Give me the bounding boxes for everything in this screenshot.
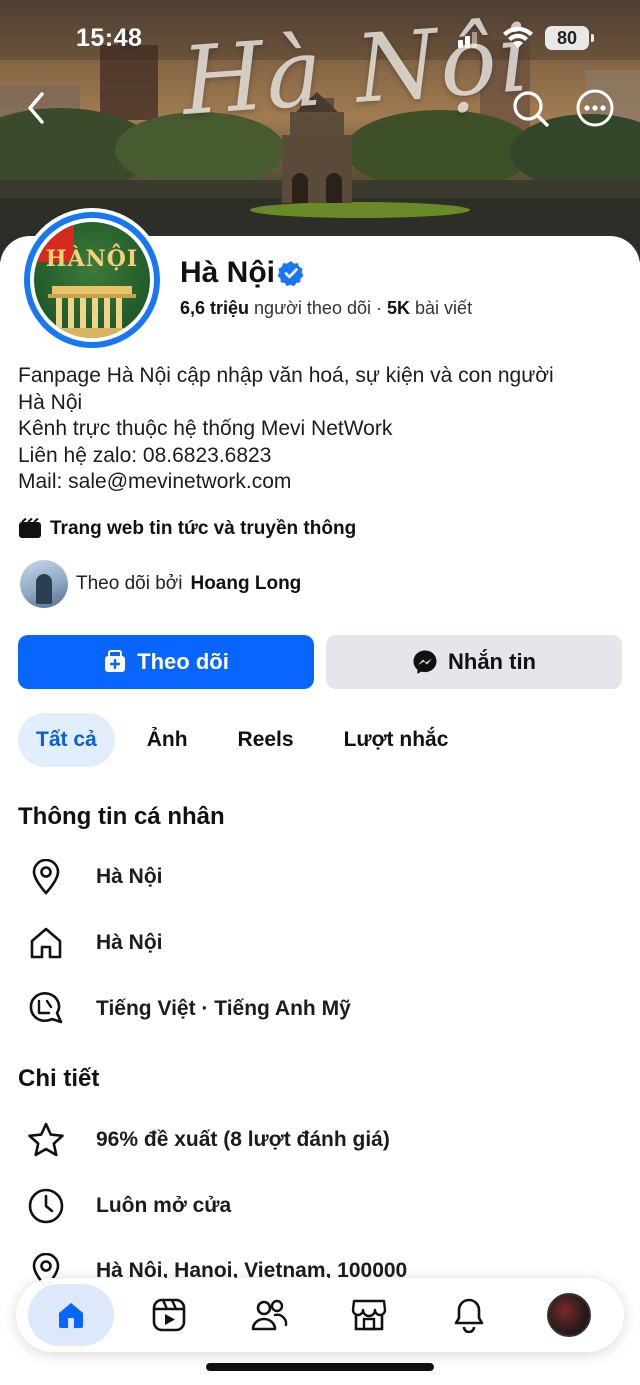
nav-friends[interactable] (240, 1286, 298, 1344)
bell-icon (454, 1298, 484, 1333)
nav-marketplace[interactable] (340, 1286, 398, 1344)
search-icon[interactable] (510, 88, 550, 128)
back-icon[interactable] (18, 88, 58, 128)
messenger-icon (413, 650, 437, 674)
tab-mentions[interactable]: Lượt nhắc (326, 713, 467, 767)
tab-all[interactable]: Tất cả (18, 713, 115, 767)
profile-avatar[interactable]: HÀNỘI (20, 208, 164, 352)
info-languages-text: Tiếng Việt · Tiếng Anh Mỹ (96, 997, 351, 1020)
wifi-icon (503, 26, 533, 48)
nav-notifications[interactable] (440, 1286, 498, 1344)
page-bio: Fanpage Hà Nội cập nhập văn hoá, sự kiện… (18, 363, 618, 496)
profile-avatar (547, 1293, 591, 1337)
detail-hours-text: Luôn mở cửa (96, 1194, 232, 1217)
avatar-text: HÀNỘI (45, 246, 139, 272)
mausoleum-icon (48, 286, 136, 338)
status-time: 15:48 (76, 24, 143, 52)
more-options-icon[interactable] (575, 88, 615, 128)
posts-label: bài viết (415, 298, 473, 318)
page-name: Hà Nội (180, 256, 276, 289)
message-label: Nhắn tin (448, 649, 536, 674)
detail-row-rating[interactable]: 96% đề xuất (8 lượt đánh giá) (26, 1120, 390, 1160)
location-pin-icon (32, 859, 60, 895)
friends-icon (251, 1299, 288, 1331)
posts-count: 5K (387, 298, 411, 318)
follow-button[interactable]: Theo dõi (18, 635, 314, 689)
nav-profile[interactable] (540, 1286, 598, 1344)
bio-line: Kênh trực thuộc hệ thống Mevi NetWork (18, 417, 393, 440)
followers-label: người theo dõi (254, 298, 371, 318)
signal-icon (458, 28, 480, 48)
star-icon (28, 1122, 64, 1157)
info-row-languages[interactable]: Tiếng Việt · Tiếng Anh Mỹ (26, 989, 351, 1029)
bio-line: Fanpage Hà Nội cập nhập văn hoá, sự kiện… (18, 364, 554, 387)
followed-by-name[interactable]: Hoang Long (190, 573, 301, 595)
profile-tabs: Tất cả Ảnh Reels Lượt nhắc (18, 713, 480, 767)
bottom-nav (16, 1278, 624, 1352)
follow-icon (105, 650, 126, 672)
friend-avatar[interactable] (20, 560, 68, 608)
tab-reels[interactable]: Reels (220, 713, 312, 767)
marketplace-icon (351, 1299, 387, 1331)
personal-info-title: Thông tin cá nhân (18, 803, 225, 830)
verified-badge-icon (278, 261, 304, 286)
cover-title: Hà Nội (178, 3, 535, 137)
clapperboard-icon (19, 518, 41, 538)
follow-label: Theo dõi (137, 649, 229, 674)
home-icon (59, 1303, 83, 1328)
followed-by-prefix: Theo dõi bởi (76, 573, 183, 594)
info-location-text: Hà Nội (96, 865, 163, 888)
page-category: Trang web tin tức và truyền thông (18, 518, 356, 540)
tab-photos[interactable]: Ảnh (129, 713, 206, 767)
reels-icon (152, 1298, 186, 1332)
bio-line: Hà Nội (18, 390, 83, 414)
info-row-location[interactable]: Hà Nội (26, 857, 163, 897)
followed-by[interactable]: Theo dõi bởi Hoang Long (20, 560, 301, 608)
nav-reels[interactable] (140, 1286, 198, 1344)
detail-rating-text: 96% đề xuất (8 lượt đánh giá) (96, 1128, 390, 1151)
detail-row-hours[interactable]: Luôn mở cửa (26, 1186, 231, 1226)
battery-icon: 80 (545, 26, 594, 50)
language-icon (29, 992, 63, 1024)
bio-line: Mail: sale@mevinetwork.com (18, 470, 292, 493)
details-title: Chi tiết (18, 1065, 100, 1092)
clock-icon (28, 1188, 64, 1224)
info-row-hometown[interactable]: Hà Nội (26, 923, 163, 963)
category-label: Trang web tin tức và truyền thông (50, 518, 357, 539)
home-indicator (206, 1363, 434, 1371)
info-hometown-text: Hà Nội (96, 931, 163, 954)
message-button[interactable]: Nhắn tin (326, 635, 622, 689)
followers-count: 6,6 triệu (180, 298, 250, 318)
page-stats: 6,6 triệu người theo dõi · 5K bài viết (180, 298, 473, 318)
home-icon (30, 927, 62, 959)
nav-home[interactable] (28, 1284, 114, 1346)
bio-line: Liên hệ zalo: 08.6823.6823 (18, 443, 272, 467)
